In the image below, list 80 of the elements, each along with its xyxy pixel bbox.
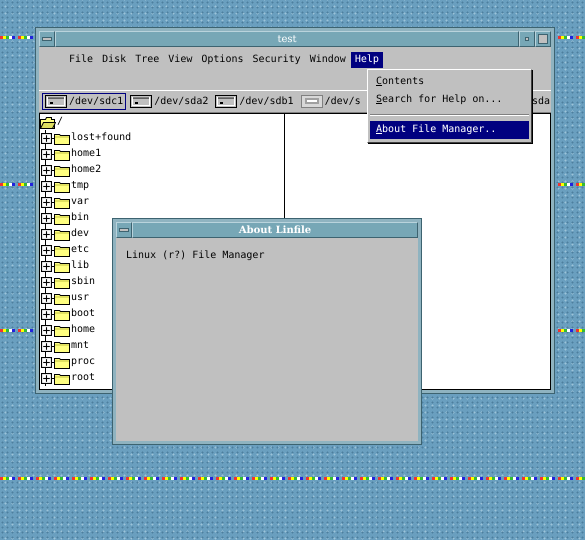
folder-icon	[54, 340, 70, 352]
expand-icon[interactable]	[41, 244, 52, 256]
folder-icon	[54, 308, 70, 320]
drive-icon	[300, 95, 323, 108]
menu-item[interactable]: Help	[350, 52, 383, 68]
folder-icon	[54, 324, 70, 336]
folder-icon	[54, 228, 70, 240]
folder-name[interactable]: etc	[70, 243, 90, 257]
hard-drive-icon	[45, 95, 67, 108]
dialog-title: About Linfile	[132, 222, 418, 238]
folder-icon	[54, 356, 70, 368]
expand-icon[interactable]	[41, 276, 52, 288]
folder-name[interactable]: home	[70, 323, 96, 337]
expand-icon[interactable]	[41, 164, 52, 176]
expand-icon[interactable]	[41, 324, 52, 336]
folder-name[interactable]: dev	[70, 227, 90, 241]
expand-icon[interactable]	[41, 372, 52, 384]
menu-item[interactable]: Tree	[131, 52, 164, 68]
about-text: Linux (r?) File Manager	[126, 250, 264, 261]
expand-icon[interactable]	[41, 228, 52, 240]
expand-icon[interactable]	[41, 308, 52, 320]
folder-icon	[54, 244, 70, 256]
window-menu-button[interactable]	[39, 31, 55, 47]
drive-button[interactable]: /dev/sda2	[127, 93, 212, 110]
menu-item[interactable]: View	[164, 52, 196, 68]
expand-icon[interactable]	[41, 132, 52, 144]
folder-name[interactable]: /	[56, 115, 64, 129]
expand-icon[interactable]	[41, 340, 52, 352]
folder-icon	[54, 260, 70, 272]
folder-name[interactable]: root	[70, 371, 96, 385]
drive-button[interactable]: /dev/sdc1	[42, 93, 126, 110]
menu-entry[interactable]: About File Manager..	[370, 121, 529, 139]
expand-icon[interactable]	[41, 148, 52, 160]
hard-drive-icon	[215, 95, 238, 108]
window-title: test	[55, 31, 519, 47]
menu-item[interactable]: Window	[306, 52, 350, 68]
folder-icon	[54, 292, 70, 304]
minimize-icon	[525, 37, 529, 41]
window-menu-button[interactable]	[116, 222, 132, 238]
folder-name[interactable]: mnt	[70, 339, 90, 353]
menu-item[interactable]: Security	[248, 52, 305, 68]
folder-name[interactable]: home2	[70, 163, 102, 177]
dash-icon	[42, 37, 52, 41]
menu-entry[interactable]: Search for Help on...	[370, 91, 529, 109]
expand-icon[interactable]	[41, 180, 52, 192]
folder-icon	[54, 148, 70, 160]
folder-name[interactable]: var	[70, 195, 90, 209]
dash-icon	[119, 228, 129, 232]
drive-button[interactable]: /dev/sdb1	[212, 93, 297, 110]
folder-icon	[54, 180, 70, 192]
folder-name[interactable]: usr	[70, 291, 90, 305]
folder-name[interactable]: lib	[70, 259, 90, 273]
expand-icon[interactable]	[41, 292, 52, 304]
folder-name[interactable]: boot	[70, 307, 96, 321]
folder-icon	[54, 164, 70, 176]
expand-icon[interactable]	[41, 196, 52, 208]
folder-name[interactable]: proc	[70, 355, 96, 369]
drive-button[interactable]: sda	[528, 94, 551, 109]
maximize-button[interactable]	[535, 31, 551, 47]
drive-button[interactable]: /dev/s	[298, 93, 364, 110]
folder-icon	[54, 372, 70, 384]
expand-icon[interactable]	[41, 212, 52, 224]
folder-icon	[54, 132, 70, 144]
folder-name[interactable]: lost+found	[70, 131, 132, 145]
expand-icon[interactable]	[41, 356, 52, 368]
folder-icon	[54, 212, 70, 224]
menu-entry[interactable]: Contents	[370, 73, 529, 91]
hard-drive-icon	[130, 95, 152, 108]
menu-item[interactable]: File	[65, 52, 98, 68]
folder-icon	[54, 276, 70, 288]
folder-name[interactable]: bin	[70, 211, 90, 225]
menu-item[interactable]: Disk	[98, 52, 130, 68]
folder-name[interactable]: sbin	[70, 275, 96, 289]
maximize-icon	[538, 34, 548, 44]
menu-item[interactable]: Options	[197, 52, 248, 68]
folder-icon	[54, 196, 70, 208]
folder-name[interactable]: tmp	[70, 179, 90, 193]
expand-icon[interactable]	[41, 260, 52, 272]
minimize-button[interactable]	[519, 31, 535, 47]
folder-name[interactable]: home1	[70, 147, 102, 161]
